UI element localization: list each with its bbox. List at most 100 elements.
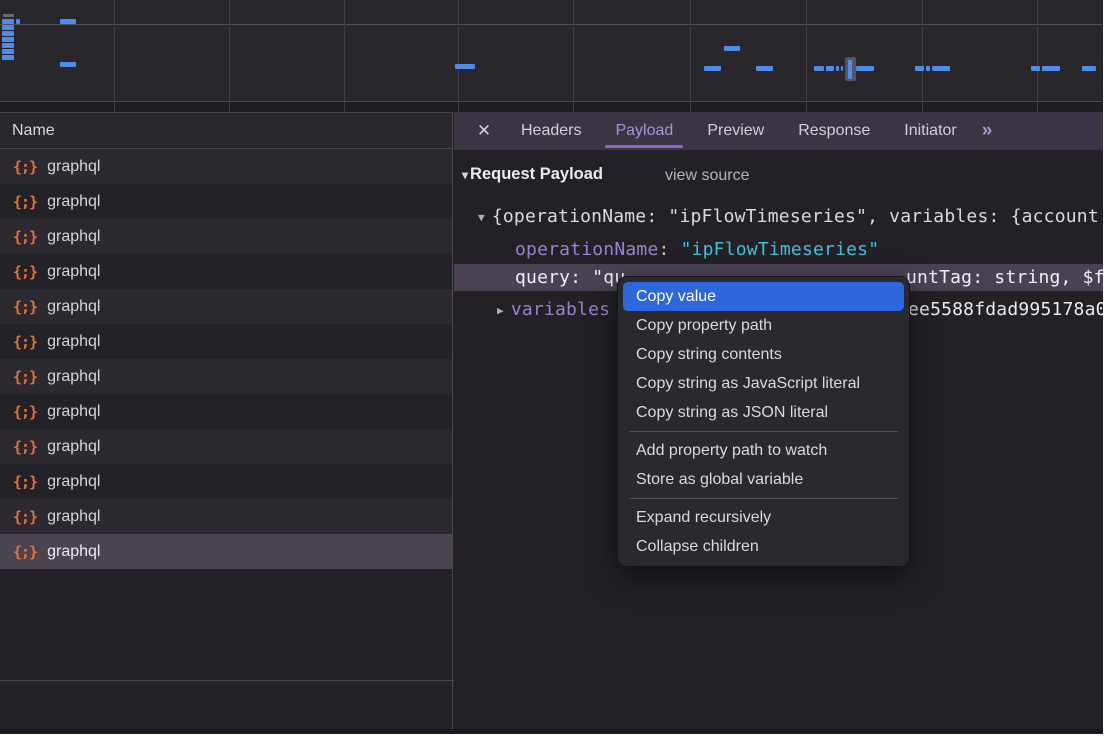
menu-item-copy-property-path[interactable]: Copy property path (623, 311, 904, 340)
request-list-panel: Name {;}graphql{;}graphql{;}graphql{;}gr… (0, 112, 453, 729)
request-payload-header[interactable]: ▾Request Payload (462, 165, 603, 184)
timeline-request-bar[interactable] (455, 64, 475, 69)
payload-root-preview: {operationName: "ipFlowTimeseries", vari… (492, 206, 1099, 227)
name-column-label: Name (12, 122, 55, 140)
menu-item-add-property-path-to-watch[interactable]: Add property path to watch (623, 436, 904, 465)
request-name-label: graphql (47, 438, 100, 456)
timeline-request-bar[interactable] (1082, 66, 1096, 71)
json-request-icon: {;} (13, 228, 37, 246)
network-overview-timeline[interactable] (0, 0, 1103, 112)
tab-initiator[interactable]: Initiator (887, 112, 973, 150)
timeline-request-bar[interactable] (932, 66, 950, 71)
expand-down-icon[interactable]: ▼ (478, 204, 485, 230)
timeline-gridline (114, 0, 115, 112)
timeline-request-bar[interactable] (724, 46, 740, 51)
timeline-request-bar[interactable] (2, 55, 14, 60)
request-row[interactable]: {;}graphql (0, 464, 452, 499)
menu-item-expand-recursively[interactable]: Expand recursively (623, 503, 904, 532)
timeline-request-bar[interactable] (1031, 66, 1040, 71)
window-bottom-edge (0, 729, 1103, 734)
timeline-gray-bar[interactable] (3, 14, 14, 17)
json-request-icon: {;} (13, 368, 37, 386)
timeline-gridline (229, 0, 230, 112)
timeline-request-bar[interactable] (856, 66, 874, 71)
timeline-request-bar[interactable] (60, 62, 76, 67)
timeline-gridline (458, 0, 459, 112)
timeline-gridline (690, 0, 691, 112)
request-name-label: graphql (47, 508, 100, 526)
name-column-header[interactable]: Name (0, 112, 452, 149)
request-row[interactable]: {;} graphql (0, 254, 452, 289)
menu-separator (629, 431, 898, 432)
view-source-link[interactable]: view source (665, 167, 749, 185)
colon: : (658, 239, 680, 260)
tab-payload[interactable]: Payload (598, 112, 690, 150)
timeline-request-bar[interactable] (2, 49, 14, 54)
request-name-label: graphql (47, 263, 100, 281)
timeline-request-bar[interactable] (848, 60, 852, 79)
timeline-request-bar[interactable] (756, 66, 773, 71)
menu-item-store-as-global-variable[interactable]: Store as global variable (623, 465, 904, 494)
operation-name-row[interactable]: operationName: "ipFlowTimeseries" (454, 236, 1103, 263)
request-row[interactable]: {;}graphql (0, 184, 452, 219)
timeline-request-bar[interactable] (1042, 66, 1060, 71)
json-request-icon: {;} (13, 298, 37, 316)
collapse-triangle-icon[interactable]: ▾ (462, 168, 468, 182)
timeline-request-bar[interactable] (926, 66, 930, 71)
menu-item-copy-string-contents[interactable]: Copy string contents (623, 340, 904, 369)
json-request-icon: {;} (13, 438, 37, 456)
close-icon[interactable]: ✕ (464, 121, 504, 141)
operation-name-value: "ipFlowTimeseries" (681, 239, 880, 260)
tab-response[interactable]: Response (781, 112, 887, 150)
query-row-left-text: query: "qu (515, 267, 625, 288)
request-row[interactable]: {;} graphql (0, 219, 452, 254)
timeline-gridline (1037, 0, 1038, 112)
screenshot-stage: Name {;}graphql{;}graphql{;}graphql{;}gr… (0, 0, 1110, 740)
tab-preview[interactable]: Preview (690, 112, 781, 150)
request-row[interactable]: {;}graphql (0, 534, 452, 569)
expand-right-icon[interactable]: ▶ (497, 297, 504, 323)
timeline-request-bar[interactable] (16, 19, 20, 24)
timeline-request-bar[interactable] (841, 66, 843, 71)
timeline-gridline (344, 0, 345, 112)
request-row[interactable]: {;} graphql (0, 429, 452, 464)
variables-key: variables (511, 299, 610, 320)
more-tabs-icon[interactable]: » (982, 120, 993, 142)
menu-item-copy-value[interactable]: Copy value (623, 282, 904, 311)
request-row[interactable]: {;}graphql (0, 149, 452, 184)
query-row-right-text: untTag: string, $f (906, 264, 1103, 291)
timeline-request-bar[interactable] (2, 43, 14, 48)
timeline-request-bar[interactable] (704, 66, 721, 71)
payload-root-row[interactable]: ▼ {operationName: "ipFlowTimeseries", var… (454, 203, 1103, 230)
timeline-request-bar[interactable] (915, 66, 924, 71)
request-row[interactable]: {;}graphql (0, 324, 452, 359)
timeline-request-bar[interactable] (2, 25, 14, 30)
timeline-request-bar[interactable] (60, 19, 76, 24)
timeline-gridline (922, 0, 923, 112)
timeline-request-bar[interactable] (2, 19, 14, 24)
timeline-gridline (806, 0, 807, 112)
request-name-label: graphql (47, 368, 100, 386)
request-rows: {;} graphql {;} graphql {;} graphql {;} graphql… (0, 149, 452, 569)
request-row[interactable]: {;}graphql (0, 289, 452, 324)
json-request-icon: {;} (13, 508, 37, 526)
menu-item-copy-string-as-json-literal[interactable]: Copy string as JSON literal (623, 398, 904, 427)
request-name-label: graphql (47, 473, 100, 491)
overview-bottom-band (0, 102, 1103, 112)
overview-horizontal-gridline (0, 24, 1103, 25)
request-name-label: graphql (47, 228, 100, 246)
json-request-icon: {;} (13, 158, 37, 176)
timeline-request-bar[interactable] (836, 66, 839, 71)
json-request-icon: {;} (13, 263, 37, 281)
tab-headers[interactable]: Headers (504, 112, 598, 150)
timeline-request-bar[interactable] (826, 66, 834, 71)
menu-item-copy-string-as-javascript-literal[interactable]: Copy string as JavaScript literal (623, 369, 904, 398)
timeline-request-bar[interactable] (2, 31, 14, 36)
request-row[interactable]: {;} graphql (0, 499, 452, 534)
timeline-request-bar[interactable] (2, 37, 14, 42)
overview-border (0, 101, 1103, 102)
request-row[interactable]: {;}graphql (0, 394, 452, 429)
timeline-request-bar[interactable] (814, 66, 824, 71)
menu-item-collapse-children[interactable]: Collapse children (623, 532, 904, 561)
request-row[interactable]: {;} graphql (0, 359, 452, 394)
